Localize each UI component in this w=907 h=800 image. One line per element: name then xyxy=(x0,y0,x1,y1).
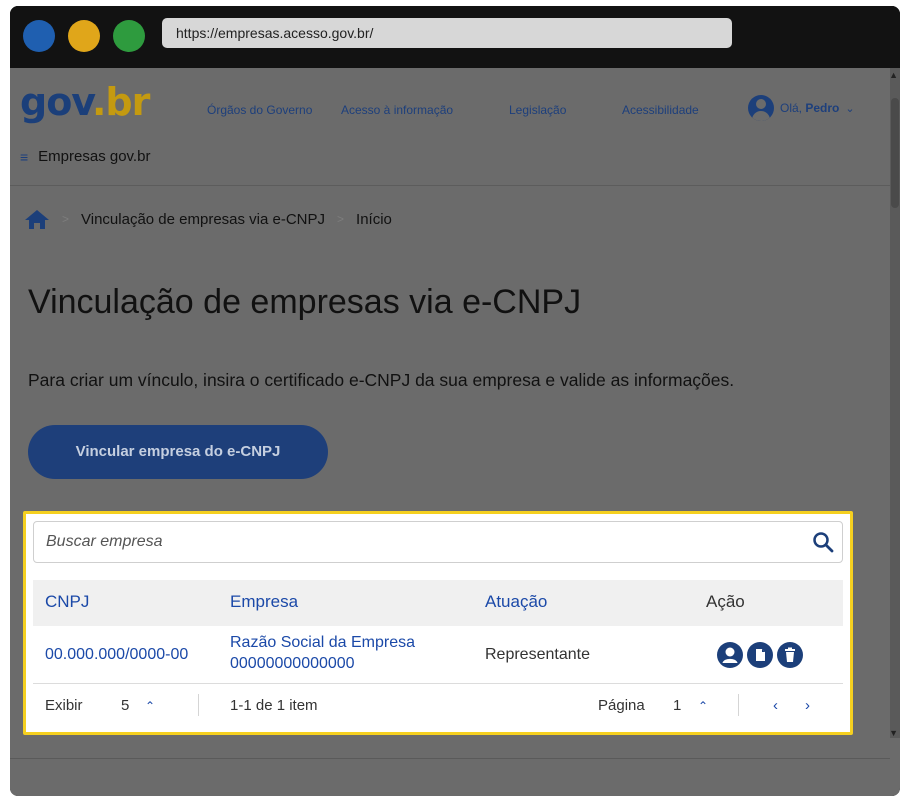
companies-table-panel: CNPJ Empresa Atuação Ação 00.000.000/000… xyxy=(23,511,853,735)
intro-text: Para criar um vínculo, insira o certific… xyxy=(28,370,735,390)
cell-cnpj[interactable]: 00.000.000/0000-00 xyxy=(45,646,188,664)
cell-empresa-id[interactable]: 00000000000000 xyxy=(230,655,355,673)
row-actions xyxy=(717,642,803,668)
scrollbar-thumb[interactable] xyxy=(891,98,899,208)
column-header-cnpj[interactable]: CNPJ xyxy=(45,592,89,612)
chevron-right-icon[interactable]: › xyxy=(805,697,810,714)
cell-empresa-name[interactable]: Razão Social da Empresa xyxy=(230,634,415,652)
chevron-up-icon[interactable]: ⌃ xyxy=(698,699,708,713)
nav-orgaos[interactable]: Órgãos do Governo xyxy=(207,103,312,117)
user-greeting: Olá, Pedro xyxy=(780,101,840,115)
window-minimize-button[interactable] xyxy=(68,20,100,52)
search-icon[interactable] xyxy=(812,531,834,553)
chevron-down-icon: ⌄ xyxy=(845,102,855,115)
govbr-logo[interactable]: gov.br xyxy=(20,80,150,124)
page-select[interactable]: 1 xyxy=(673,697,681,714)
page-label: Página xyxy=(598,697,645,714)
breadcrumb-separator: > xyxy=(337,212,345,226)
column-header-atuacao[interactable]: Atuação xyxy=(485,592,547,612)
search-box xyxy=(33,521,843,563)
nav-acessibilidade[interactable]: Acessibilidade xyxy=(622,103,699,117)
person-icon[interactable] xyxy=(717,642,743,668)
page-title: Vinculação de empresas via e-CNPJ xyxy=(28,283,582,321)
site-header: gov.br Órgãos do Governo Acesso à inform… xyxy=(10,68,890,186)
range-text: 1-1 de 1 item xyxy=(230,697,318,714)
vincular-empresa-button[interactable]: Vincular empresa do e-CNPJ xyxy=(28,425,328,479)
show-label: Exibir xyxy=(45,697,83,714)
copy-icon[interactable] xyxy=(747,642,773,668)
column-header-empresa[interactable]: Empresa xyxy=(230,592,298,612)
divider xyxy=(738,694,739,716)
table-row: 00.000.000/0000-00 Razão Social da Empre… xyxy=(33,628,843,684)
hamburger-icon[interactable]: ≡ xyxy=(20,149,28,165)
table-pagination: Exibir 5 ⌃ 1-1 de 1 item Página 1 ⌃ ‹ › xyxy=(33,688,843,724)
breadcrumb: > Vinculação de empresas via e-CNPJ > In… xyxy=(24,208,392,230)
site-name[interactable]: Empresas gov.br xyxy=(38,148,150,165)
table-header: CNPJ Empresa Atuação Ação xyxy=(33,580,843,626)
window-close-button[interactable] xyxy=(23,20,55,52)
user-icon xyxy=(748,95,774,121)
site-menu: ≡ Empresas gov.br xyxy=(20,148,150,165)
divider xyxy=(198,694,199,716)
nav-legislacao[interactable]: Legislação xyxy=(509,103,566,117)
column-header-acao: Ação xyxy=(706,592,745,611)
scroll-up-icon[interactable]: ▲ xyxy=(889,70,898,80)
scroll-down-icon[interactable]: ▼ xyxy=(889,728,898,738)
breadcrumb-item-inicio: Início xyxy=(356,210,392,228)
trash-icon[interactable] xyxy=(777,642,803,668)
cell-atuacao: Representante xyxy=(485,646,590,663)
chevron-left-icon[interactable]: ‹ xyxy=(773,697,778,714)
user-menu[interactable]: Olá, Pedro ⌄ xyxy=(748,94,855,122)
breadcrumb-item-vinculacao[interactable]: Vinculação de empresas via e-CNPJ xyxy=(81,211,325,228)
browser-window: https://empresas.acesso.gov.br/ gov.br Ó… xyxy=(10,6,900,796)
search-input[interactable] xyxy=(34,522,804,562)
home-icon[interactable] xyxy=(24,208,50,230)
breadcrumb-separator: > xyxy=(62,212,70,226)
page-viewport: gov.br Órgãos do Governo Acesso à inform… xyxy=(10,68,900,796)
page-scrollbar[interactable]: ▲ ▼ xyxy=(889,68,900,738)
show-count-select[interactable]: 5 xyxy=(121,697,129,714)
chevron-up-icon[interactable]: ⌃ xyxy=(145,699,155,713)
address-bar[interactable]: https://empresas.acesso.gov.br/ xyxy=(162,18,732,48)
window-maximize-button[interactable] xyxy=(113,20,145,52)
nav-acesso-informacao[interactable]: Acesso à informação xyxy=(341,103,453,117)
browser-toolbar: https://empresas.acesso.gov.br/ xyxy=(10,6,900,68)
bottom-bar xyxy=(10,758,890,796)
